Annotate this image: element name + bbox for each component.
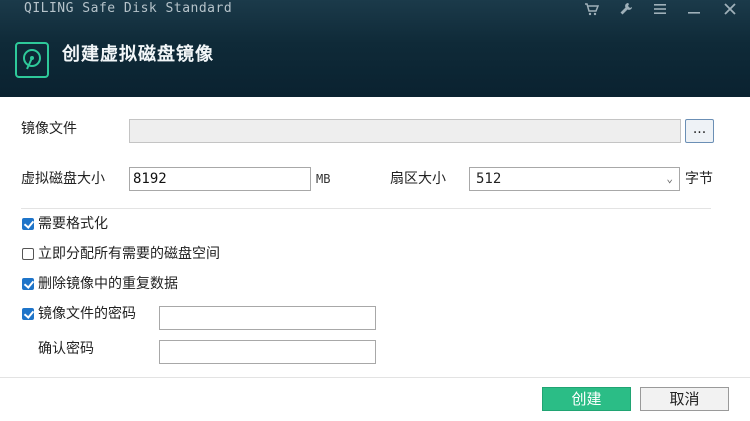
password-checkbox[interactable]: [22, 308, 34, 320]
close-button[interactable]: [716, 0, 744, 18]
minimize-button[interactable]: [680, 0, 708, 18]
divider: [21, 208, 711, 209]
sector-size-select[interactable]: 512 ⌄: [469, 167, 680, 191]
wrench-icon: [620, 3, 632, 15]
chevron-down-icon: ⌄: [666, 172, 673, 185]
cancel-button[interactable]: 取消: [640, 387, 729, 411]
format-label: 需要格式化: [38, 216, 108, 232]
image-file-input[interactable]: [129, 119, 681, 143]
close-icon: [724, 3, 736, 15]
create-button[interactable]: 创建: [542, 387, 631, 411]
disk-size-input[interactable]: 8192: [129, 167, 311, 191]
disk-size-unit: MB: [316, 172, 331, 186]
dedupe-label: 删除镜像中的重复数据: [38, 276, 178, 292]
confirm-password-label: 确认密码: [38, 341, 94, 357]
disk-size-label: 虚拟磁盘大小: [21, 171, 105, 187]
image-file-label: 镜像文件: [21, 121, 77, 137]
browse-button[interactable]: ...: [685, 119, 714, 143]
cart-button[interactable]: [578, 0, 606, 18]
dialog-header: QILING Safe Disk Standard 创建虚拟磁盘镜像: [0, 0, 750, 97]
menu-icon: [654, 4, 666, 14]
dedupe-checkbox[interactable]: [22, 278, 34, 290]
allocate-label: 立即分配所有需要的磁盘空间: [38, 246, 220, 262]
password-input[interactable]: [159, 306, 376, 330]
format-checkbox[interactable]: [22, 218, 34, 230]
cart-icon: [585, 3, 600, 16]
confirm-password-input[interactable]: [159, 340, 376, 364]
footer-divider: [0, 377, 750, 378]
menu-button[interactable]: [646, 0, 674, 18]
sector-size-value: 512: [476, 171, 502, 187]
sector-size-unit: 字节: [685, 171, 713, 187]
dialog-title: 创建虚拟磁盘镜像: [62, 44, 214, 65]
dialog-body: 镜像文件 ... 虚拟磁盘大小 8192 MB 扇区大小 512 ⌄ 字节 需要…: [0, 97, 750, 421]
minimize-icon: [688, 12, 700, 14]
password-label: 镜像文件的密码: [38, 306, 136, 322]
sector-size-label: 扇区大小: [390, 171, 446, 187]
disk-icon: [15, 42, 49, 78]
settings-button[interactable]: [612, 0, 640, 18]
app-title: QILING Safe Disk Standard: [24, 1, 233, 16]
allocate-checkbox[interactable]: [22, 248, 34, 260]
